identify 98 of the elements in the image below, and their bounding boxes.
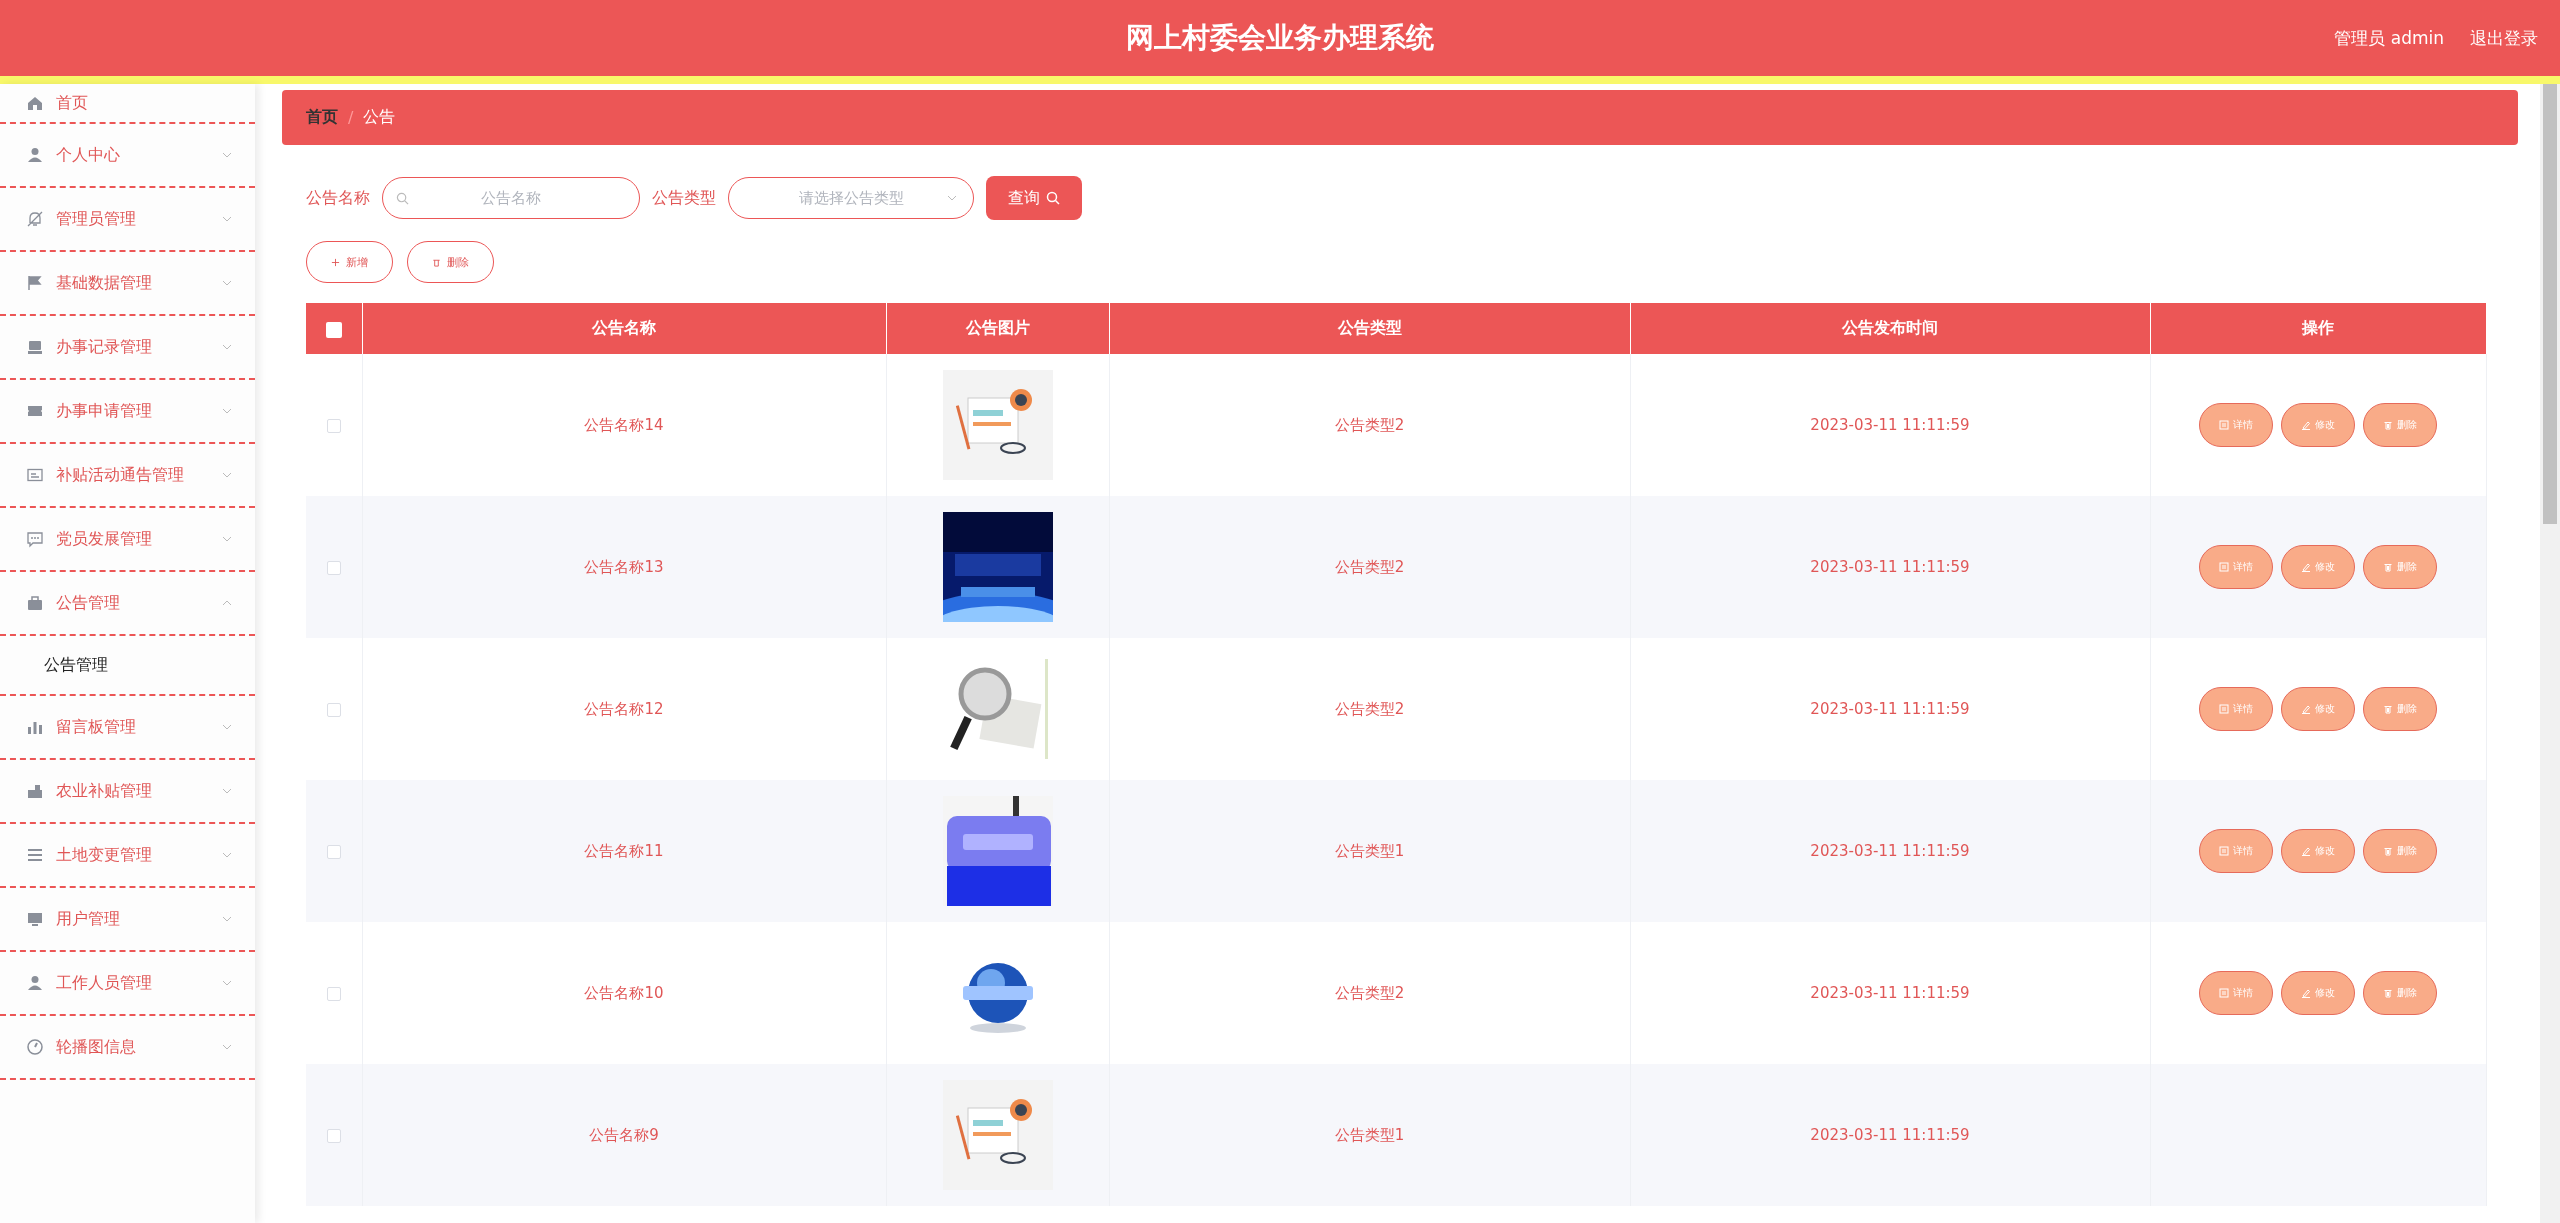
document-icon bbox=[2219, 988, 2229, 998]
sidebar-item[interactable]: 个人中心 bbox=[0, 124, 255, 188]
trash-icon bbox=[432, 257, 441, 267]
monitor-icon bbox=[26, 338, 44, 356]
document-icon bbox=[2219, 846, 2229, 856]
query-button[interactable]: 查询 bbox=[986, 176, 1082, 220]
edit-button[interactable]: 修改 bbox=[2281, 971, 2355, 1015]
building-icon bbox=[26, 782, 44, 800]
column-header: 公告类型 bbox=[1109, 303, 1630, 354]
edit-button[interactable]: 修改 bbox=[2281, 829, 2355, 873]
row-checkbox[interactable] bbox=[326, 986, 341, 1001]
table-cell: 公告名称11 bbox=[362, 780, 886, 922]
field-label: 公告名称 bbox=[306, 187, 370, 209]
briefcase-icon bbox=[26, 594, 44, 612]
detail-button[interactable]: 详情 bbox=[2199, 687, 2273, 731]
row-checkbox[interactable] bbox=[326, 1128, 341, 1143]
row-checkbox[interactable] bbox=[326, 560, 341, 575]
row-checkbox[interactable] bbox=[326, 844, 341, 859]
edit-button[interactable]: 修改 bbox=[2281, 545, 2355, 589]
delete-button[interactable]: 删除 bbox=[2363, 687, 2437, 731]
sidebar-item[interactable]: 首页 bbox=[0, 84, 255, 124]
breadcrumb-link[interactable]: 首页 bbox=[306, 107, 338, 128]
sidebar-item[interactable]: 用户管理 bbox=[0, 888, 255, 952]
row-checkbox[interactable] bbox=[326, 702, 341, 717]
sidebar-item[interactable]: 工作人员管理 bbox=[0, 952, 255, 1016]
table-cell: 2023-03-11 11:11:59 bbox=[1630, 780, 2150, 922]
breadcrumb-link[interactable]: 公告 bbox=[363, 107, 396, 128]
logout-link[interactable]: 退出登录 bbox=[2470, 26, 2538, 50]
sidebar-item[interactable]: 留言板管理 bbox=[0, 696, 255, 760]
document-icon bbox=[2219, 420, 2229, 430]
edit-icon bbox=[2301, 562, 2311, 572]
delete-button[interactable]: 删除 bbox=[2363, 971, 2437, 1015]
chat-icon bbox=[26, 530, 44, 548]
detail-button[interactable]: 详情 bbox=[2199, 545, 2273, 589]
sidebar-item[interactable]: 管理员管理 bbox=[0, 188, 255, 252]
user-name: 管理员 admin bbox=[2334, 26, 2444, 50]
column-header: 公告发布时间 bbox=[1630, 303, 2150, 354]
delete-button[interactable]: 删除 bbox=[2363, 829, 2437, 873]
sidebar-item[interactable]: 办事申请管理 bbox=[0, 380, 255, 444]
card-icon bbox=[26, 466, 44, 484]
trash-icon bbox=[2383, 562, 2393, 572]
detail-button[interactable]: 详情 bbox=[2199, 403, 2273, 447]
scrollbar[interactable] bbox=[2540, 84, 2560, 1223]
table-cell: 2023-03-11 11:11:59 bbox=[1630, 496, 2150, 638]
edit-button[interactable]: 修改 bbox=[2281, 687, 2355, 731]
screen-icon bbox=[26, 910, 44, 928]
bell-icon bbox=[26, 210, 44, 228]
trash-icon bbox=[2383, 988, 2393, 998]
list-icon bbox=[26, 846, 44, 864]
sidebar-item[interactable]: 补贴活动通告管理 bbox=[0, 444, 255, 508]
gauge-icon bbox=[26, 1038, 44, 1056]
trash-icon bbox=[2383, 704, 2393, 714]
table-cell: 公告类型1 bbox=[1109, 780, 1630, 922]
home-icon bbox=[26, 94, 44, 112]
sidebar-item[interactable]: 基础数据管理 bbox=[0, 252, 255, 316]
edit-icon bbox=[2301, 704, 2311, 714]
row-checkbox[interactable] bbox=[326, 418, 341, 433]
table-cell: 公告名称13 bbox=[362, 496, 886, 638]
sidebar-item[interactable]: 党员发展管理 bbox=[0, 508, 255, 572]
edit-icon bbox=[2301, 988, 2311, 998]
search-icon bbox=[1046, 191, 1060, 205]
trash-icon bbox=[2383, 846, 2393, 856]
submenu-item[interactable]: 公告管理 bbox=[44, 654, 108, 676]
trash-icon bbox=[2383, 420, 2393, 430]
detail-button[interactable]: 详情 bbox=[2199, 971, 2273, 1015]
plus-icon bbox=[331, 257, 340, 267]
delete-button[interactable]: 删除 bbox=[2363, 545, 2437, 589]
breadcrumb-separator: / bbox=[348, 108, 354, 127]
table-cell: 公告类型2 bbox=[1109, 496, 1630, 638]
add-button[interactable]: 新增 bbox=[306, 241, 393, 283]
table-cell: 2023-03-11 11:11:59 bbox=[1630, 1064, 2150, 1206]
app-title: 网上村委会业务办理系统 bbox=[1126, 20, 1434, 56]
field-label: 公告类型 bbox=[652, 187, 716, 209]
flag-icon bbox=[26, 274, 44, 292]
person-icon bbox=[26, 974, 44, 992]
search-field[interactable]: 公告名称 bbox=[382, 177, 640, 219]
column-header: 公告名称 bbox=[362, 303, 886, 354]
type-select[interactable]: 请选择公告类型 bbox=[728, 177, 974, 219]
document-icon bbox=[2219, 704, 2229, 714]
column-header: 公告图片 bbox=[886, 303, 1109, 354]
column-header: 操作 bbox=[2150, 303, 2486, 354]
sidebar-item[interactable]: 土地变更管理 bbox=[0, 824, 255, 888]
sidebar-item[interactable]: 农业补贴管理 bbox=[0, 760, 255, 824]
sidebar-item[interactable]: 办事记录管理 bbox=[0, 316, 255, 380]
sidebar-item[interactable]: 轮播图信息 bbox=[0, 1016, 255, 1080]
search-icon bbox=[396, 192, 409, 205]
delete-button[interactable]: 删除 bbox=[2363, 403, 2437, 447]
person-icon bbox=[26, 146, 44, 164]
detail-button[interactable]: 详情 bbox=[2199, 829, 2273, 873]
select-all-checkbox[interactable] bbox=[325, 321, 342, 338]
edit-icon bbox=[2301, 420, 2311, 430]
table-cell: 公告类型1 bbox=[1109, 1064, 1630, 1206]
edit-button[interactable]: 修改 bbox=[2281, 403, 2355, 447]
delete-button[interactable]: 删除 bbox=[407, 241, 494, 283]
document-icon bbox=[2219, 562, 2229, 572]
table-cell: 公告名称9 bbox=[362, 1064, 886, 1206]
sidebar-item[interactable]: 公告管理 bbox=[0, 572, 255, 636]
edit-icon bbox=[2301, 846, 2311, 856]
